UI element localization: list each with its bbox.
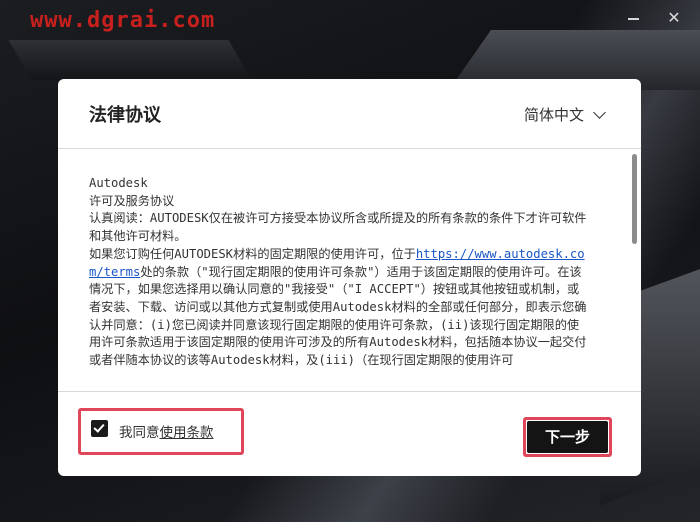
language-select-value: 简体中文 bbox=[524, 105, 585, 124]
license-text-panel[interactable]: Autodesk 许可及服务协议 认真阅读：AUTODESK仅在被许可方接受本协… bbox=[58, 149, 641, 391]
license-text-part: 处的条款（"现行固定期限的使用许可条款"）适用于该固定期限的使用许可。在该情况下… bbox=[89, 264, 587, 368]
license-text: Autodesk 许可及服务协议 认真阅读：AUTODESK仅在被许可方接受本协… bbox=[89, 175, 589, 370]
legal-agreement-dialog: 法律协议 简体中文 Autodesk 许可及服务协议 认真阅读：AUTODESK… bbox=[58, 79, 641, 476]
watermark-text: www.dgrai.com bbox=[30, 8, 216, 33]
scrollbar-thumb[interactable] bbox=[632, 154, 637, 244]
background-shape bbox=[8, 40, 252, 80]
terms-of-use-link[interactable]: 使用条款 bbox=[160, 425, 214, 441]
minimize-icon[interactable] bbox=[620, 8, 648, 28]
agree-label-prefix: 我同意 bbox=[119, 425, 160, 441]
agree-checkbox[interactable] bbox=[91, 420, 108, 437]
agree-label: 我同意使用条款 bbox=[119, 421, 214, 441]
scrollbar[interactable] bbox=[632, 149, 639, 391]
chevron-down-icon bbox=[593, 105, 606, 119]
dialog-title: 法律协议 bbox=[89, 105, 161, 126]
divider bbox=[58, 391, 641, 392]
close-icon[interactable]: ✕ bbox=[660, 8, 688, 28]
language-select[interactable]: 简体中文 bbox=[524, 103, 606, 125]
checkmark-icon bbox=[93, 420, 105, 433]
next-button[interactable]: 下一步 bbox=[527, 421, 608, 453]
